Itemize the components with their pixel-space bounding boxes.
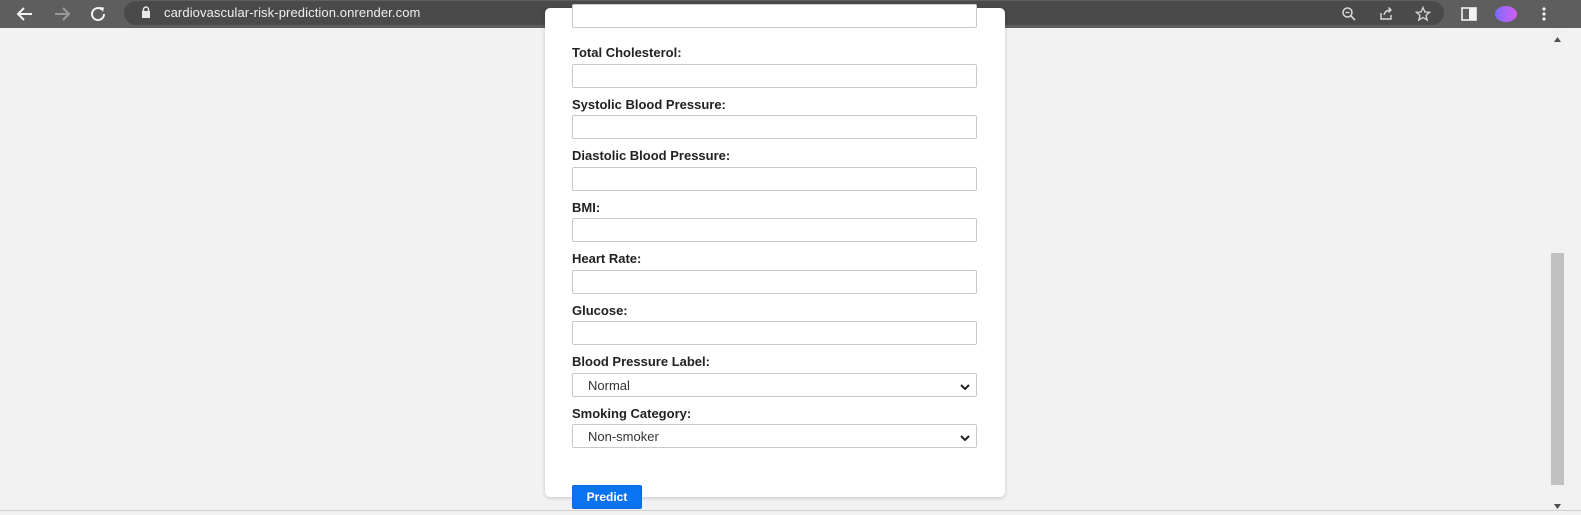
- url-text: cardiovascular-risk-prediction.onrender.…: [164, 5, 421, 20]
- back-arrow-icon[interactable]: [14, 3, 36, 25]
- heart-rate-input[interactable]: [572, 270, 977, 294]
- scroll-thumb[interactable]: [1551, 253, 1564, 485]
- scroll-down-arrow-icon[interactable]: [1553, 498, 1562, 509]
- total-cholesterol-input[interactable]: [572, 64, 977, 88]
- glucose-input[interactable]: [572, 321, 977, 345]
- bp-label-label: Blood Pressure Label:: [572, 354, 710, 369]
- smoking-category-select[interactable]: Non-smoker: [572, 424, 977, 448]
- heart-rate-label: Heart Rate:: [572, 251, 642, 266]
- prediction-form-card: Total Cholesterol: Systolic Blood Pressu…: [545, 4, 1005, 509]
- forward-arrow-icon[interactable]: [51, 3, 73, 25]
- total-cholesterol-label: Total Cholesterol:: [572, 45, 682, 60]
- chevron-down-icon: [959, 380, 971, 395]
- more-menu-icon[interactable]: [1533, 3, 1555, 25]
- glucose-label: Glucose:: [572, 303, 628, 318]
- diastolic-bp-label: Diastolic Blood Pressure:: [572, 148, 731, 163]
- window-bottom-border: [0, 510, 1581, 511]
- scroll-up-arrow-icon[interactable]: [1553, 31, 1562, 42]
- share-icon[interactable]: [1375, 3, 1397, 25]
- zoom-icon[interactable]: [1338, 3, 1360, 25]
- page-scrollbar[interactable]: [1549, 28, 1566, 511]
- previous-field-input[interactable]: [572, 4, 977, 28]
- bp-label-select[interactable]: Normal: [572, 373, 977, 397]
- bmi-label: BMI:: [572, 200, 601, 215]
- lock-icon: [141, 6, 151, 24]
- profile-avatar[interactable]: [1495, 3, 1517, 25]
- systolic-bp-label: Systolic Blood Pressure:: [572, 97, 726, 112]
- smoking-category-label: Smoking Category:: [572, 406, 692, 421]
- side-panel-icon[interactable]: [1458, 3, 1480, 25]
- reload-icon[interactable]: [87, 3, 109, 25]
- systolic-bp-input[interactable]: [572, 115, 977, 139]
- bookmark-star-icon[interactable]: [1412, 3, 1434, 25]
- bmi-input[interactable]: [572, 218, 977, 242]
- page-content: Total Cholesterol: Systolic Blood Pressu…: [0, 4, 1581, 515]
- bp-label-value: Normal: [588, 378, 630, 393]
- diastolic-bp-input[interactable]: [572, 167, 977, 191]
- smoking-category-value: Non-smoker: [588, 429, 659, 444]
- chevron-down-icon: [959, 431, 971, 446]
- predict-button[interactable]: Predict: [572, 485, 642, 509]
